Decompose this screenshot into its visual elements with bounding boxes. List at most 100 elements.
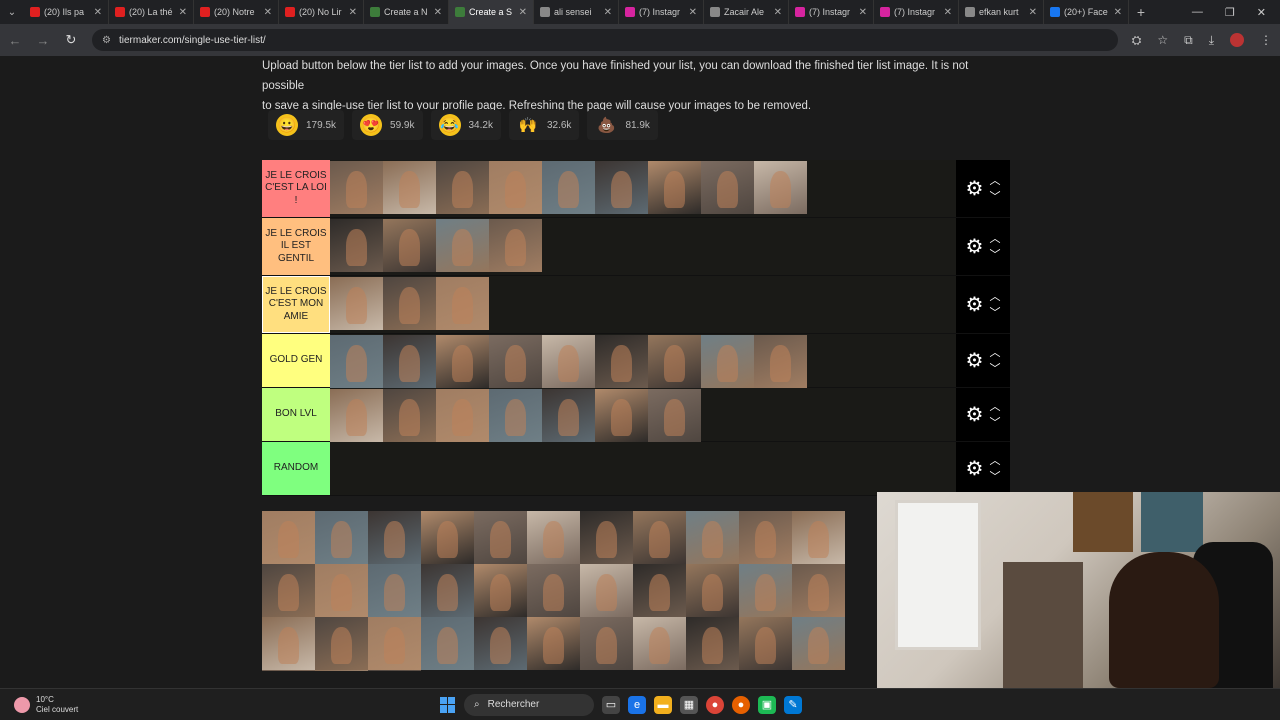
browser-tab[interactable]: (7) Instagr ✕	[874, 0, 959, 24]
tab-close-icon[interactable]: ✕	[264, 7, 272, 18]
tier-image[interactable]	[330, 335, 383, 388]
extensions-icon[interactable]: ⧉	[1184, 33, 1193, 48]
pool-image[interactable]	[633, 617, 686, 670]
site-info-icon[interactable]: ⚙	[102, 35, 111, 46]
pool-image[interactable]	[580, 511, 633, 564]
gear-icon[interactable]: ⚙	[966, 234, 984, 259]
menu-kebab-icon[interactable]: ⋮	[1260, 33, 1272, 48]
tier-image[interactable]	[383, 335, 436, 388]
tier-items[interactable]	[330, 218, 956, 275]
pool-image[interactable]	[474, 617, 527, 670]
tier-image[interactable]	[436, 389, 489, 442]
tier-items[interactable]	[330, 160, 956, 217]
tier-items[interactable]	[330, 276, 956, 333]
reaction-button[interactable]: 😂 34.2k	[430, 110, 501, 140]
reaction-button[interactable]: 😀 179.5k	[268, 110, 345, 140]
tier-image[interactable]	[542, 389, 595, 442]
tier-image[interactable]	[542, 161, 595, 214]
translate-icon[interactable]: ⛭	[1132, 33, 1142, 48]
tier-image[interactable]	[648, 389, 701, 442]
close-window-icon[interactable]: ✕	[1257, 6, 1266, 19]
reaction-button[interactable]: 🙌 32.6k	[508, 110, 580, 140]
chevron-up-icon[interactable]: ︿	[989, 345, 1000, 361]
tier-image[interactable]	[436, 335, 489, 388]
pool-image[interactable]	[474, 564, 527, 617]
pool-image[interactable]	[368, 670, 421, 671]
tier-label[interactable]: JE LE CROIS C'EST MON AMIE	[262, 276, 330, 333]
pool-image[interactable]	[421, 564, 474, 617]
tier-image[interactable]	[330, 161, 383, 214]
app-icon[interactable]: ▣	[758, 695, 776, 714]
chevron-up-icon[interactable]: ︿	[989, 289, 1000, 305]
pool-image[interactable]	[792, 511, 845, 564]
edge-icon[interactable]: e	[628, 695, 646, 714]
taskbar-search[interactable]: ⌕ Rechercher	[464, 693, 594, 716]
pool-image[interactable]	[262, 564, 315, 617]
pool-image[interactable]	[474, 511, 527, 564]
browser-tab[interactable]: (7) Instagr ✕	[619, 0, 704, 24]
pool-image[interactable]	[792, 617, 845, 670]
browser-tab[interactable]: (20+) Face ✕	[1044, 0, 1129, 24]
tier-image[interactable]	[542, 335, 595, 388]
browser-tab[interactable]: (7) Instagr ✕	[789, 0, 874, 24]
tier-image[interactable]	[648, 335, 701, 388]
tier-image[interactable]	[330, 219, 383, 272]
chrome-icon[interactable]: ●	[706, 695, 724, 714]
pool-image[interactable]	[315, 511, 368, 564]
reaction-button[interactable]: 💩 81.9k	[587, 110, 658, 140]
tab-close-icon[interactable]: ✕	[944, 7, 952, 18]
new-tab-button[interactable]: +	[1129, 4, 1153, 20]
pool-image[interactable]	[262, 511, 315, 564]
pool-image[interactable]	[686, 617, 739, 670]
firefox-icon[interactable]: ●	[732, 695, 750, 714]
pool-image[interactable]	[315, 617, 368, 670]
pool-image[interactable]	[315, 670, 368, 671]
gear-icon[interactable]: ⚙	[966, 456, 984, 481]
browser-tab[interactable]: (20) Ils pa ✕	[24, 0, 109, 24]
restore-icon[interactable]: ❐	[1225, 6, 1235, 19]
tier-label[interactable]: JE LE CROIS IL EST GENTIL	[262, 218, 330, 275]
browser-tab[interactable]: Create a N ✕	[364, 0, 449, 24]
tier-image[interactable]	[489, 389, 542, 442]
tab-close-icon[interactable]: ✕	[179, 7, 187, 18]
tier-image[interactable]	[436, 277, 489, 330]
browser-tab[interactable]: Create a S ✕	[449, 0, 534, 24]
tab-close-icon[interactable]: ✕	[1114, 7, 1122, 18]
gear-icon[interactable]: ⚙	[966, 348, 984, 373]
minimize-icon[interactable]: —	[1192, 6, 1203, 19]
windows-start-icon[interactable]	[440, 696, 456, 713]
tier-image[interactable]	[648, 161, 701, 214]
tier-items[interactable]	[330, 442, 956, 495]
tier-image[interactable]	[754, 335, 807, 388]
tier-image[interactable]	[595, 389, 648, 442]
pool-image[interactable]	[421, 617, 474, 670]
pool-image[interactable]	[421, 511, 474, 564]
chevron-down-icon[interactable]: ﹀	[989, 305, 1000, 321]
app-icon[interactable]: ✎	[784, 695, 802, 714]
chevron-down-icon[interactable]: ﹀	[989, 415, 1000, 431]
pool-image[interactable]	[739, 617, 792, 670]
forward-icon[interactable]: →	[36, 33, 50, 48]
tab-close-icon[interactable]: ✕	[94, 7, 102, 18]
tier-image[interactable]	[754, 161, 807, 214]
tier-image[interactable]	[330, 389, 383, 442]
tab-close-icon[interactable]: ✕	[689, 7, 697, 18]
chevron-up-icon[interactable]: ︿	[989, 453, 1000, 469]
tier-image[interactable]	[383, 277, 436, 330]
browser-tab[interactable]: (20) La thé ✕	[109, 0, 194, 24]
gear-icon[interactable]: ⚙	[966, 176, 984, 201]
pool-image[interactable]	[262, 670, 315, 671]
pool-image[interactable]	[580, 564, 633, 617]
pool-image[interactable]	[686, 511, 739, 564]
tier-image[interactable]	[595, 161, 648, 214]
bookmark-star-icon[interactable]: ☆	[1157, 33, 1168, 48]
tier-label[interactable]: JE LE CROIS C'EST LA LOI !	[262, 160, 330, 217]
task-view-icon[interactable]: ▭	[602, 695, 620, 714]
tab-search-icon[interactable]: ⌄	[0, 7, 24, 18]
store-icon[interactable]: ▦	[680, 695, 698, 714]
chevron-up-icon[interactable]: ︿	[989, 173, 1000, 189]
back-icon[interactable]: ←	[8, 33, 22, 48]
browser-tab[interactable]: (20) No Lir ✕	[279, 0, 364, 24]
tab-close-icon[interactable]: ✕	[774, 7, 782, 18]
tier-image[interactable]	[489, 161, 542, 214]
